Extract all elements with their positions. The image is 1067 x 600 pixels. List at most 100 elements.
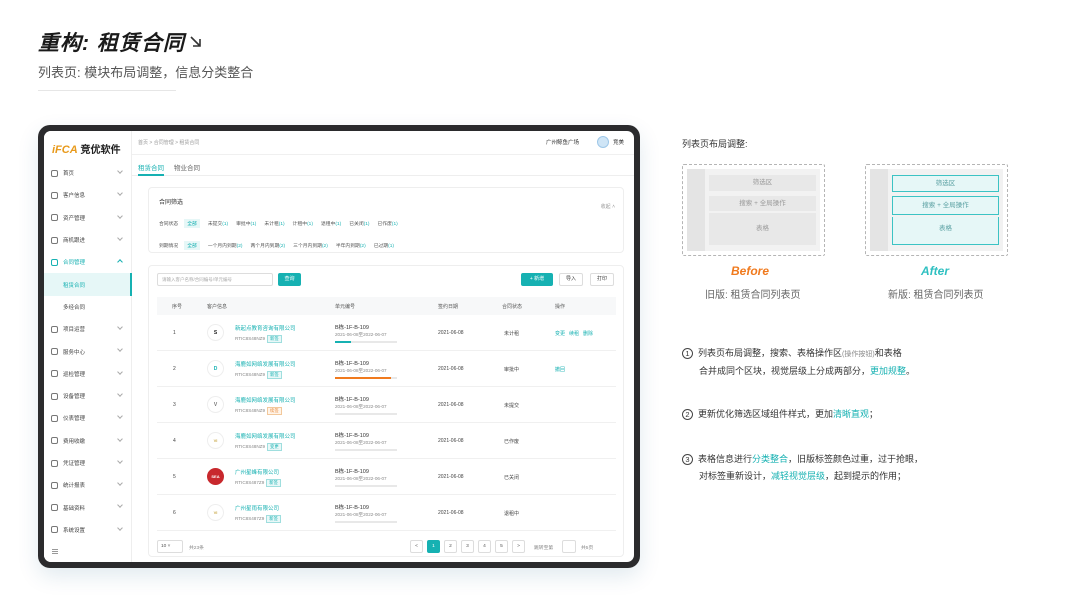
filter-option[interactable]: 全部 [184, 219, 200, 228]
filter-option[interactable]: 全部 [184, 241, 200, 250]
sidebar-item[interactable]: 客户信息 [44, 184, 132, 206]
company-name-link[interactable]: 海鹿如网络发展有限公司 [235, 432, 296, 440]
action-link[interactable]: 删除 [583, 331, 593, 337]
filter-option[interactable]: 退租中(1) [321, 220, 341, 227]
sidebar-item[interactable]: 系统设置 [44, 519, 132, 541]
filter-option[interactable]: 计租中(1) [293, 220, 313, 227]
contract-code-text: RTIC8S487Z9 [235, 516, 265, 521]
filter-option[interactable]: 未计租(1) [264, 220, 284, 227]
sidebar-item[interactable]: 统计报表 [44, 474, 132, 496]
table-row[interactable]: 6 VI 广州星雨有限公司 RTIC8S487Z9 新签 B栋-1F-B-109 2021-… [157, 495, 616, 531]
sidebar-item-label: 商机跟进 [63, 238, 86, 245]
fee-icon [51, 437, 58, 445]
page-button[interactable]: 2 [444, 540, 457, 553]
print-button[interactable]: 打印 [590, 273, 614, 286]
sidebar-item[interactable]: 合同管理 [44, 251, 132, 273]
page-button[interactable]: 1 [427, 540, 440, 553]
company-name-link[interactable]: 广州星峰有限公司 [235, 468, 279, 476]
note-2: 2 更新优化筛选区域组件样式，更加清晰直观； [682, 406, 878, 423]
jump-input[interactable] [562, 540, 576, 553]
sidebar-item[interactable]: 仪表管理 [44, 407, 132, 429]
sidebar-item[interactable]: 首页 [44, 162, 132, 184]
search-input[interactable]: 请输入客户名称/合同编号/单元编号 [157, 273, 273, 286]
filter-option[interactable]: 未提交(1) [208, 220, 228, 227]
table-row[interactable]: 2 D 海鹿如网络发展有限公司 RTIC8S48NZ9 新签 B栋-1F-B-109 202… [157, 351, 616, 387]
top-bar: 首页 > 合同管理 > 租赁合同 广州鲸鱼广场 竞美 [132, 131, 634, 155]
filter-option-count: (2) [321, 244, 328, 249]
chevron-down-icon [117, 324, 123, 330]
sidebar-item[interactable]: 基础资料 [44, 496, 132, 518]
company-name-link[interactable]: 广州星雨有限公司 [235, 504, 279, 512]
filter-option[interactable]: 已过期(1) [374, 242, 394, 249]
filter-option[interactable]: 两个月内到期(2) [250, 242, 285, 249]
table-row[interactable]: 1 S 新起点教育咨询有限公司 RTIC8S48NZ9 新签 B栋-1F-B-109 202… [157, 315, 616, 351]
wireframe-filter: 筛选区 [709, 175, 816, 191]
page-size-select[interactable]: 10 ˅ [157, 540, 183, 553]
page-button[interactable]: < [410, 540, 423, 553]
contract-status: 未提交 [504, 403, 520, 409]
device-icon [51, 392, 58, 400]
unit-number: B栋-1F-B-109 [335, 469, 369, 475]
company-name-link[interactable]: 新起点教育咨询有限公司 [235, 324, 296, 332]
inspection-icon [51, 370, 58, 378]
sidebar-item[interactable]: 项目运营 [44, 318, 132, 340]
location-selector[interactable]: 广州鲸鱼广场 [546, 138, 579, 146]
basic-data-icon [51, 504, 58, 512]
tab-property-contract[interactable]: 物业合同 [174, 162, 200, 172]
action-link[interactable]: 变更 [555, 331, 565, 337]
company-name-link[interactable]: 海鹿如网络发展有限公司 [235, 360, 296, 368]
wireframe-filter: 筛选区 [892, 175, 999, 192]
table-row[interactable]: 3 V 海鹿如网络发展有限公司 RTIC8S48NZ9 续签 B栋-1F-B-109 202… [157, 387, 616, 423]
breadcrumb[interactable]: 首页 > 合同管理 > 租赁合同 [138, 139, 199, 146]
service-icon [51, 348, 58, 356]
after-caption: 新版: 租赁合同列表页 [888, 290, 984, 301]
unit-number: B栋-1F-B-109 [335, 361, 369, 367]
filter-option[interactable]: 已关闭(1) [349, 220, 369, 227]
sidebar-item[interactable]: 费用收缴 [44, 430, 132, 452]
import-button[interactable]: 导入 [559, 273, 583, 286]
add-button[interactable]: + 新增 [521, 273, 553, 286]
asset-icon [51, 214, 58, 222]
action-link[interactable]: 续租 [569, 331, 579, 337]
contract-code: RTIC8S487Z9 新签 [235, 479, 281, 487]
table-row[interactable]: 5 SEA 广州星峰有限公司 RTIC8S487Z9 新签 B栋-1F-B-109 2021… [157, 459, 616, 495]
query-button[interactable]: 查询 [278, 273, 301, 286]
menu-toggle-icon[interactable] [52, 549, 58, 554]
sidebar-item[interactable]: 商机跟进 [44, 229, 132, 251]
page-button[interactable]: 5 [495, 540, 508, 553]
filter-option[interactable]: 三个月内到期(2) [293, 242, 328, 249]
report-icon [51, 481, 58, 489]
filter-option[interactable]: 已作废(1) [378, 220, 398, 227]
filter-option-label: 未计租 [264, 222, 279, 227]
lease-progress-bar [335, 485, 397, 487]
sidebar-item[interactable]: 凭证管理 [44, 452, 132, 474]
action-link[interactable]: 撤回 [555, 367, 565, 373]
page-button[interactable]: 4 [478, 540, 491, 553]
contract-code: RTIC8S48NZ9 变更 [235, 443, 282, 451]
filter-option[interactable]: 审批中(1) [236, 220, 256, 227]
chevron-down-icon [117, 524, 123, 531]
sidebar-item[interactable]: 多经合同 [44, 296, 132, 318]
page-button[interactable]: > [512, 540, 525, 553]
sidebar-item[interactable]: 巡检管理 [44, 363, 132, 385]
lease-progress-bar [335, 521, 397, 523]
sidebar-item[interactable]: 服务中心 [44, 340, 132, 362]
company-name-link[interactable]: 海鹿如网络发展有限公司 [235, 396, 296, 404]
sidebar-item-label: 巡检管理 [63, 371, 86, 378]
chevron-down-icon [117, 368, 123, 375]
sidebar-item[interactable]: 资产管理 [44, 207, 132, 229]
avatar[interactable] [596, 136, 609, 148]
page-button[interactable]: 3 [461, 540, 474, 553]
sidebar-item[interactable]: 租赁合同 [44, 273, 132, 296]
collapse-button[interactable]: 收起 ˄ [601, 203, 615, 210]
tab-lease-contract[interactable]: 租赁合同 [138, 162, 164, 172]
before-label: Before [731, 264, 770, 278]
filter-option[interactable]: 半年内到期(2) [336, 242, 366, 249]
filter-option[interactable]: 一个月内到期(2) [208, 242, 243, 249]
table-row[interactable]: 4 VI 海鹿如网络发展有限公司 RTIC8S48NZ9 变更 B栋-1F-B-109 20… [157, 423, 616, 459]
sidebar-item-label: 设备管理 [63, 394, 86, 401]
sidebar-item[interactable]: 设备管理 [44, 385, 132, 407]
user-name[interactable]: 竞美 [613, 138, 624, 146]
pagination: 10 ˅ 共23条 <1 2 3 4 5 > 跳转至第 共5页 [157, 540, 616, 553]
sidebar: iFCA 竞优软件 首页 客户信息 资产管理 商机跟进 合同管理 租赁合同 多经合同 项目运营… [44, 131, 132, 562]
